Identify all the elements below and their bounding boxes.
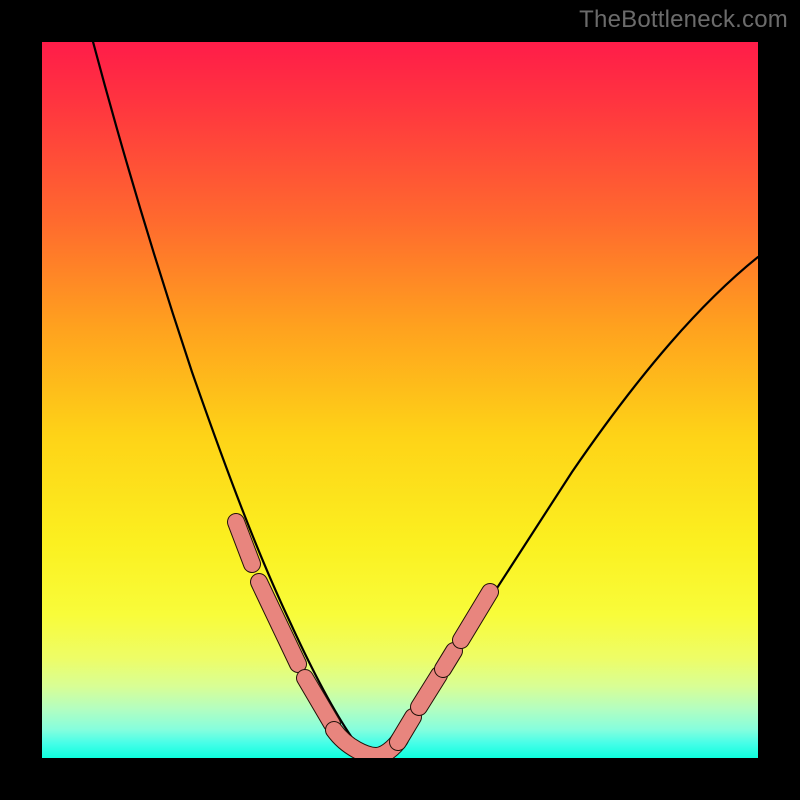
chart-plot-area bbox=[42, 42, 758, 758]
right-curve bbox=[329, 257, 758, 756]
chart-svg bbox=[42, 42, 758, 758]
left-curve bbox=[92, 42, 355, 742]
pink-segments-right bbox=[398, 592, 490, 742]
watermark-text: TheBottleneck.com bbox=[579, 6, 788, 34]
pink-segments-left bbox=[236, 522, 332, 724]
